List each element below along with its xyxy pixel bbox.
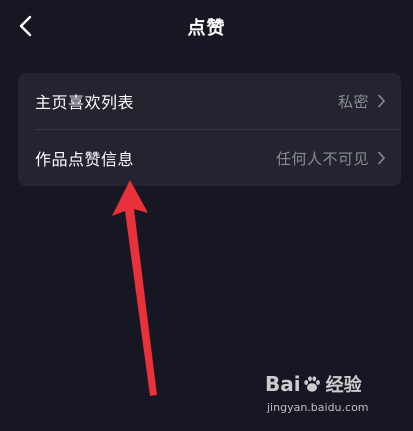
work-likes-info-value: 任何人不可见 <box>275 149 369 168</box>
settings-card: 主页喜欢列表 私密 作品点赞信息 任何人不可见 <box>18 73 401 186</box>
watermark-brand: Bai 经验 <box>265 371 362 397</box>
homepage-likes-list-row[interactable]: 主页喜欢列表 私密 <box>18 73 401 129</box>
watermark-brand-part2: 经验 <box>325 375 362 396</box>
watermark-brand-part1: Bai <box>265 372 301 396</box>
homepage-likes-list-value-group: 私密 <box>338 91 386 112</box>
homepage-likes-list-label: 主页喜欢列表 <box>35 93 135 112</box>
paw-icon <box>303 376 320 392</box>
work-likes-info-row[interactable]: 作品点赞信息 任何人不可见 <box>18 130 401 186</box>
watermark-url: jingyan.baidu.com <box>267 401 369 414</box>
page-title: 点赞 <box>187 18 226 39</box>
chevron-right-icon <box>378 94 385 108</box>
red-annotation-arrow <box>112 180 157 396</box>
chevron-right-icon <box>378 151 385 165</box>
work-likes-info-value-group: 任何人不可见 <box>276 148 386 169</box>
screen: 点赞 主页喜欢列表 私密 作品点赞信息 任何人不可见 Bai 经验 jingya… <box>0 0 413 431</box>
homepage-likes-list-value: 私密 <box>337 92 369 111</box>
header-bar: 点赞 <box>0 0 413 52</box>
baidu-jingyan-watermark: Bai 经验 jingyan.baidu.com <box>265 371 395 423</box>
work-likes-info-label: 作品点赞信息 <box>35 150 135 169</box>
